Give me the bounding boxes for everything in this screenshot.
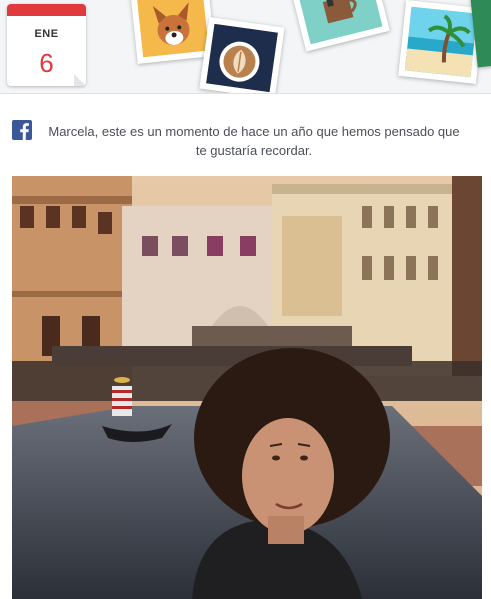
- calendar-page-fold: [74, 74, 86, 86]
- calendar-icon: ENE 6: [7, 4, 86, 86]
- latte-art-sticker: [199, 17, 285, 93]
- dog-photo-sticker: [130, 0, 216, 64]
- post-header: Marcela, este es un momento de hace un a…: [0, 108, 491, 168]
- facebook-icon[interactable]: [12, 120, 32, 140]
- calendar-month: ENE: [34, 28, 59, 40]
- memory-photo[interactable]: [12, 176, 482, 599]
- cup-sticker: [292, 0, 390, 52]
- beach-palm-sticker: [398, 0, 484, 84]
- memory-message: Marcela, este es un momento de hace un a…: [48, 124, 460, 158]
- memories-banner: ENE 6: [0, 0, 491, 94]
- calendar-header-bar: [7, 4, 86, 16]
